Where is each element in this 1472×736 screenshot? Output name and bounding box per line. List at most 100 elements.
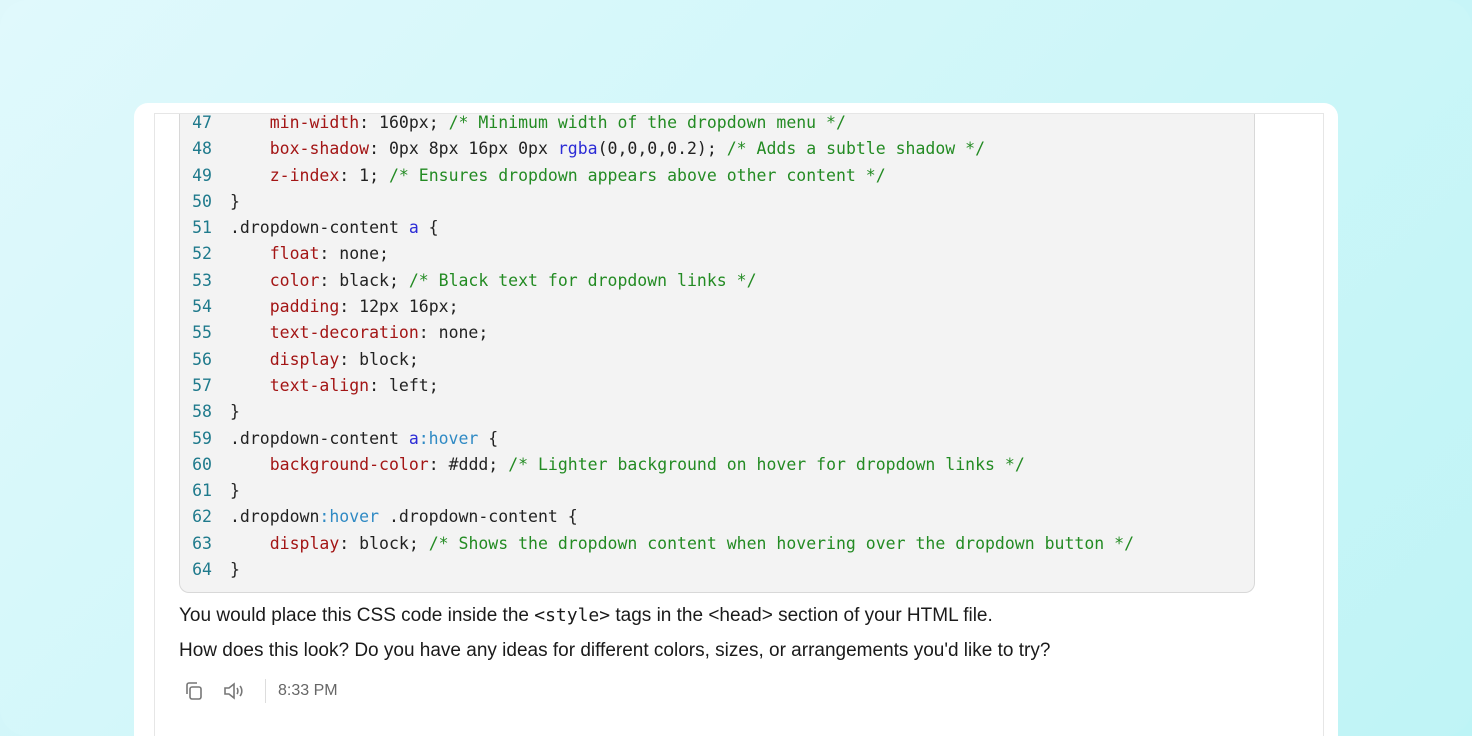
background-frame: 47 min-width: 160px; /* Minimum width of… [0, 0, 1472, 736]
code-token: text-decoration [269, 323, 419, 343]
code-token: .dropdown-content { [379, 507, 578, 527]
line-number: 57 [192, 375, 212, 395]
code-line: 60 background-color: #ddd; /* Lighter ba… [180, 452, 1134, 478]
code-token: rgba [557, 139, 598, 159]
line-number: 51 [192, 218, 212, 238]
code-line: 52 float: none; [180, 241, 1134, 267]
code-token: display [269, 533, 340, 553]
code-line: 59 .dropdown-content a:hover { [180, 426, 1134, 452]
code-token: /* Lighter background on hover for dropd… [508, 454, 1025, 474]
code-token: } [230, 402, 240, 422]
code-token: : none; [418, 323, 489, 343]
message-line-2: How does this look? Do you have any idea… [179, 640, 1051, 661]
code-token: : block; [339, 533, 429, 553]
code-token: /* Minimum width of the dropdown menu */ [448, 113, 846, 132]
line-number: 64 [192, 560, 212, 580]
inline-code-style: <style> [534, 605, 611, 626]
code-token: } [230, 481, 240, 501]
line-number: 63 [192, 533, 212, 553]
line-number: 54 [192, 297, 212, 317]
code-token: box-shadow [269, 139, 370, 159]
code-block: 47 min-width: 160px; /* Minimum width of… [179, 113, 1255, 593]
code-token: padding [269, 297, 340, 317]
message-timestamp: 8:33 PM [278, 682, 338, 699]
message-text: tags in the <head> section of your HTML … [610, 605, 993, 626]
line-number: 55 [192, 323, 212, 343]
line-number: 58 [192, 402, 212, 422]
code-line: 51 .dropdown-content a { [180, 215, 1134, 241]
line-number: 52 [192, 244, 212, 264]
code-token: : left; [369, 375, 439, 395]
code-token: } [230, 560, 240, 580]
chat-card: 47 min-width: 160px; /* Minimum width of… [134, 103, 1338, 736]
code-line: 57 text-align: left; [180, 373, 1134, 399]
code-line: 58} [180, 399, 1134, 425]
line-number: 62 [192, 507, 212, 527]
code-line: 62 .dropdown:hover .dropdown-content { [180, 504, 1134, 530]
code-token: :hover [418, 428, 479, 448]
code-token: : 160px; [359, 113, 449, 132]
code-line: 50} [180, 189, 1134, 215]
code-token: color [269, 270, 320, 290]
line-number: 47 [192, 113, 212, 132]
code-token: :hover [319, 507, 380, 527]
code-lines: 47 min-width: 160px; /* Minimum width of… [180, 110, 1134, 583]
code-token: /* Shows the dropdown content when hover… [428, 533, 1135, 553]
line-number: 49 [192, 165, 212, 185]
speaker-icon[interactable] [221, 678, 247, 704]
code-token: : 1; [339, 165, 389, 185]
message-actions: 8:33 PM [181, 678, 338, 704]
code-token: display [269, 349, 340, 369]
message-text: You would place this CSS code inside the [179, 605, 535, 626]
code-token: } [230, 191, 240, 211]
assistant-message: 47 min-width: 160px; /* Minimum width of… [154, 113, 1324, 736]
code-line: 48 box-shadow: 0px 8px 16px 0px rgba(0,0… [180, 136, 1134, 162]
code-token: : #ddd; [428, 454, 509, 474]
code-token: background-color [269, 454, 429, 474]
code-line: 53 color: black; /* Black text for dropd… [180, 268, 1134, 294]
code-token: a [408, 428, 419, 448]
code-line: 64} [180, 557, 1134, 583]
code-token: min-width [269, 113, 360, 132]
code-token: (0,0,0,0.2); [597, 139, 727, 159]
separator [265, 679, 266, 703]
code-token: text-align [269, 375, 370, 395]
code-line: 61} [180, 478, 1134, 504]
code-token: .dropdown-content [230, 218, 409, 238]
code-token: .dropdown-content [230, 428, 409, 448]
code-token: : none; [319, 244, 389, 264]
line-number: 60 [192, 454, 212, 474]
code-token: float [269, 244, 320, 264]
line-number: 53 [192, 270, 212, 290]
code-token: : 12px 16px; [339, 297, 459, 317]
code-line: 63 display: block; /* Shows the dropdown… [180, 531, 1134, 557]
code-token: /* Adds a subtle shadow */ [726, 139, 986, 159]
code-line: 56 display: block; [180, 347, 1134, 373]
line-number: 59 [192, 428, 212, 448]
line-number: 61 [192, 481, 212, 501]
code-line: 54 padding: 12px 16px; [180, 294, 1134, 320]
message-line-1: You would place this CSS code inside the… [179, 605, 993, 627]
code-token: /* Black text for dropdown links */ [408, 270, 757, 290]
line-number: 48 [192, 139, 212, 159]
code-token: a [408, 218, 419, 238]
code-token: : black; [319, 270, 409, 290]
code-token: /* Ensures dropdown appears above other … [388, 165, 886, 185]
code-token: { [478, 428, 499, 448]
code-token: : block; [339, 349, 419, 369]
line-number: 56 [192, 349, 212, 369]
line-number: 50 [192, 191, 212, 211]
copy-icon[interactable] [181, 678, 207, 704]
code-token: z-index [269, 165, 340, 185]
code-line: 47 min-width: 160px; /* Minimum width of… [180, 110, 1134, 136]
